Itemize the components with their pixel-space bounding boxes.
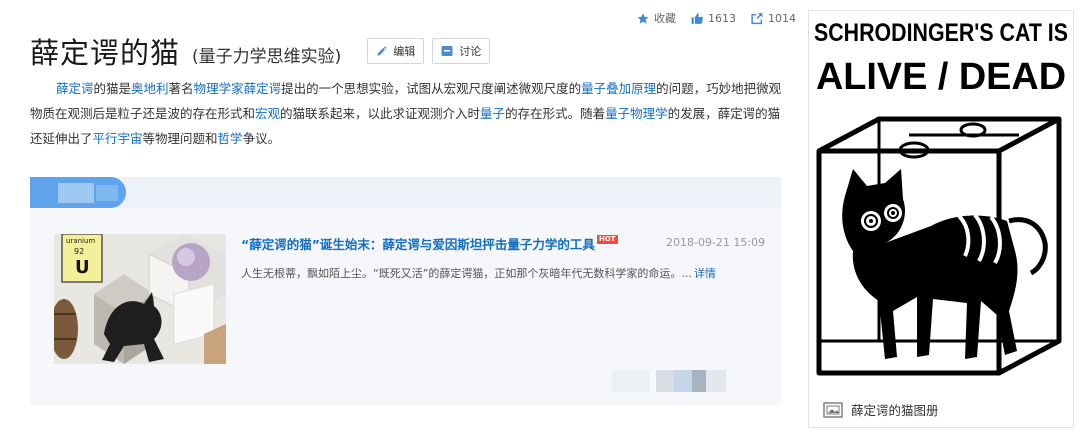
discuss-button[interactable]: 讨论 xyxy=(432,38,491,64)
summary-text: 提出的一个思想实验，试图从宏观尺度阐述微观尺度的 xyxy=(281,81,582,96)
summary-link[interactable]: 宏观 xyxy=(255,106,280,121)
news-pager-blurred[interactable] xyxy=(612,370,730,392)
edit-button[interactable]: 编辑 xyxy=(367,38,425,64)
summary-text: 等物理问题和 xyxy=(142,131,218,146)
news-description: 人生无根蒂，飘如陌上尘。“既死又活”的薛定谔猫，正如那个灰暗年代无数科学家的命运… xyxy=(241,265,716,281)
hot-badge: HOT xyxy=(596,235,618,244)
title-row: 薛定谔的猫 (量子力学思维实验) 编辑 讨论 xyxy=(30,30,491,72)
album-poster: SCHRODINGER'S CAT IS ALIVE / DEAD xyxy=(809,11,1073,391)
news-thumbnail[interactable]: uranium 92 U xyxy=(54,234,226,364)
summary-link[interactable]: 薛定谔 xyxy=(56,81,94,96)
share-button[interactable]: 1014 xyxy=(750,12,796,25)
page-title: 薛定谔的猫 xyxy=(30,36,181,70)
favorite-label: 收藏 xyxy=(654,12,676,25)
share-count: 1014 xyxy=(768,11,796,25)
like-button[interactable]: 1613 xyxy=(690,12,736,25)
summary-link[interactable]: 物理学家 xyxy=(194,81,244,96)
news-title-link[interactable]: “薛定谔的猫”诞生始末：薛定谔与爱因斯坦抨击量子力学的工具 HOT xyxy=(241,234,618,253)
discuss-label: 讨论 xyxy=(459,45,482,58)
news-more-link[interactable]: 详情 xyxy=(694,267,716,280)
summary-link[interactable]: 量子 xyxy=(480,106,505,121)
news-title: “薛定谔的猫”诞生始末：薛定谔与爱因斯坦抨击量子力学的工具 xyxy=(241,237,595,252)
poster-line1: SCHRODINGER'S CAT IS xyxy=(814,19,1068,47)
album-caption[interactable]: 薛定谔的猫图册 xyxy=(823,400,939,419)
image-icon xyxy=(823,401,843,418)
share-icon xyxy=(751,12,763,24)
summary-text: 争议。 xyxy=(242,131,281,146)
thumbs-up-icon xyxy=(691,12,703,24)
album-caption-text: 薛定谔的猫图册 xyxy=(851,403,939,418)
summary-text: 的存在形式。随着 xyxy=(505,106,606,121)
atomic-number: 92 xyxy=(74,247,85,256)
summary-link[interactable]: 量子叠加原理 xyxy=(581,81,656,96)
poster-line2: ALIVE / DEAD xyxy=(816,56,1066,98)
article-actions: 收藏 1613 1014 xyxy=(636,10,796,26)
element-symbol: U xyxy=(75,257,90,278)
news-tab-blurred[interactable] xyxy=(30,177,126,208)
summary-link[interactable]: 哲学 xyxy=(218,131,243,146)
lemma-summary: 薛定谔的猫是奥地利著名物理学家薛定谔提出的一个思想实验，试图从宏观尺度阐述微观尺… xyxy=(30,76,782,151)
page-subtitle: (量子力学思维实验) xyxy=(192,46,342,67)
summary-link[interactable]: 量子物理学 xyxy=(605,106,668,121)
summary-text: 的猫联系起来，以此求证观测介入时 xyxy=(280,106,481,121)
chat-icon xyxy=(441,46,453,56)
summary-text: 著名 xyxy=(168,81,194,96)
star-icon xyxy=(637,12,649,24)
summary-link[interactable]: 奥地利 xyxy=(131,81,169,96)
news-date: 2018-09-21 15:09 xyxy=(666,236,766,249)
edit-label: 编辑 xyxy=(393,45,416,58)
summary-link[interactable]: 薛定谔 xyxy=(244,81,282,96)
element-name: uranium xyxy=(66,237,96,245)
favorite-button[interactable]: 收藏 xyxy=(636,10,676,26)
album-card[interactable]: SCHRODINGER'S CAT IS ALIVE / DEAD 薛定谔的猫图… xyxy=(808,10,1074,428)
pencil-icon xyxy=(377,45,388,56)
news-header xyxy=(30,177,781,208)
like-count: 1613 xyxy=(708,11,736,25)
summary-text: 的猫是 xyxy=(93,81,132,96)
news-description-text: 人生无根蒂，飘如陌上尘。“既死又活”的薛定谔猫，正如那个灰暗年代无数科学家的命运… xyxy=(241,267,692,280)
summary-link[interactable]: 平行宇宙 xyxy=(93,131,143,146)
